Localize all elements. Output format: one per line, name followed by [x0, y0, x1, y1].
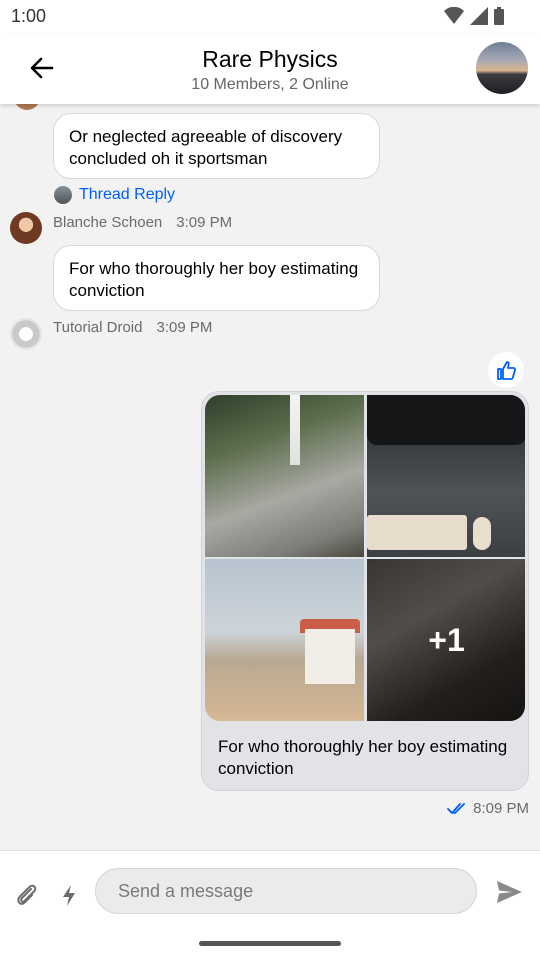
message-time: 8:09 PM	[473, 800, 529, 817]
waterfall-shape	[290, 395, 300, 465]
avatar	[54, 186, 72, 204]
paperclip-icon	[17, 884, 37, 905]
thread-reply-label: Thread Reply	[79, 186, 176, 203]
monitor-shape	[367, 395, 525, 445]
own-message-bubble[interactable]: +1 For who thoroughly her boy estimating…	[201, 391, 529, 791]
message-bubble[interactable]: For who thoroughly her boy estimating co…	[53, 245, 380, 311]
avatar	[14, 104, 40, 110]
signal-icon	[470, 7, 488, 25]
home-indicator	[199, 941, 341, 946]
thread-reply-link[interactable]: Thread Reply	[54, 186, 175, 204]
send-icon	[497, 881, 522, 903]
message-composer	[0, 850, 540, 961]
message-meta: Blanche Schoen 3:09 PM	[53, 214, 232, 231]
channel-title: Rare Physics	[202, 46, 338, 72]
status-icons	[444, 7, 504, 25]
message-time: 3:09 PM	[156, 319, 213, 336]
message-list[interactable]: Or neglected agreeable of discovery conc…	[0, 104, 540, 850]
author-name: Blanche Schoen	[53, 214, 163, 231]
keyboard-shape	[367, 515, 467, 550]
author-name: Tutorial Droid	[53, 319, 143, 336]
attachment-button[interactable]	[14, 881, 40, 909]
channel-avatar[interactable]	[476, 42, 528, 94]
message-text: For who thoroughly her boy estimating co…	[69, 259, 359, 300]
message-bubble[interactable]: Or neglected agreeable of discovery conc…	[53, 113, 380, 179]
message-input-wrapper[interactable]	[95, 868, 477, 914]
battery-icon	[494, 7, 504, 25]
hut-shape	[305, 629, 355, 684]
gallery-image-waterfall[interactable]	[205, 395, 364, 557]
more-images-count: +1	[428, 621, 465, 658]
mouse-shape	[473, 517, 491, 550]
status-bar: 1:00	[0, 0, 540, 34]
status-time: 1:00	[11, 6, 47, 26]
avatar[interactable]	[10, 318, 42, 350]
commands-button[interactable]	[60, 881, 78, 909]
message-input[interactable]	[116, 879, 456, 903]
channel-subtitle: 10 Members, 2 Online	[191, 76, 349, 93]
thumbs-up-icon	[497, 361, 516, 380]
gallery-image-desk[interactable]	[367, 395, 525, 557]
message-text: For who thoroughly her boy estimating co…	[218, 737, 508, 778]
message-time: 3:09 PM	[176, 214, 233, 231]
image-gallery[interactable]: +1	[205, 395, 525, 721]
double-check-icon	[447, 802, 466, 814]
reaction-badge[interactable]	[488, 352, 524, 388]
message-status-row: 8:09 PM	[447, 800, 529, 817]
message-text: Or neglected agreeable of discovery conc…	[69, 127, 343, 168]
gallery-image-beach[interactable]	[205, 559, 364, 721]
message-meta: Tutorial Droid 3:09 PM	[53, 319, 212, 336]
lightning-icon	[63, 885, 75, 906]
avatar[interactable]	[10, 212, 42, 244]
send-button[interactable]	[494, 877, 524, 907]
channel-header: Rare Physics 10 Members, 2 Online	[0, 34, 540, 104]
more-images-overlay[interactable]: +1	[367, 559, 525, 721]
wifi-icon	[444, 7, 464, 24]
